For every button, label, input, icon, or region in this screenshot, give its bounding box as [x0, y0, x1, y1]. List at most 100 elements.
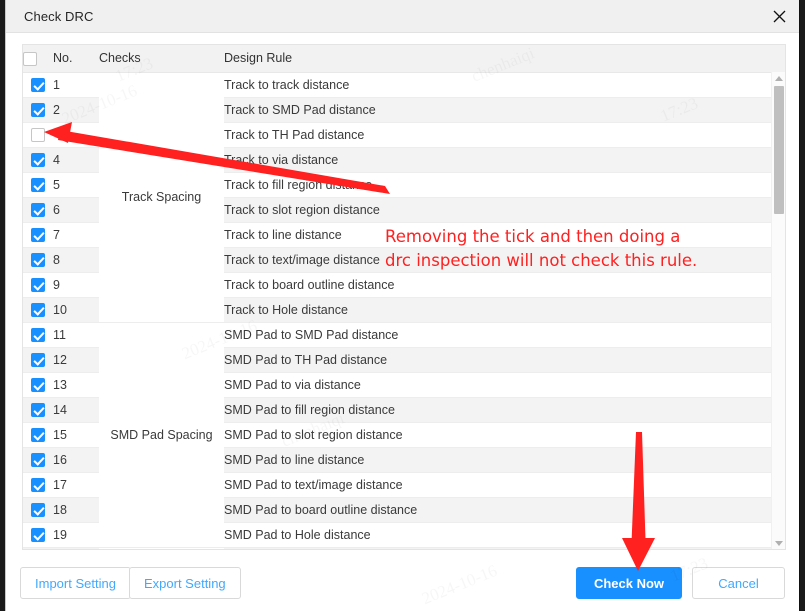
table-scrollbar[interactable]: [771, 72, 785, 549]
row-checkbox-cell[interactable]: [23, 522, 53, 548]
checks-group-label: Track Spacing: [99, 72, 224, 323]
row-checkbox-cell[interactable]: [23, 147, 53, 173]
row-checkbox-checked[interactable]: [31, 252, 45, 267]
row-checkbox-checked[interactable]: [31, 152, 45, 167]
row-checkbox-checked[interactable]: [31, 402, 45, 417]
row-checkbox-cell[interactable]: [23, 197, 53, 223]
row-number: 9: [53, 272, 99, 298]
design-rule-label: SMD Pad to SMD Pad distance: [224, 322, 785, 348]
row-checkbox-cell[interactable]: [23, 422, 53, 448]
row-checkbox-cell[interactable]: [23, 222, 53, 248]
row-checkbox-checked[interactable]: [31, 277, 45, 292]
table-cell-partial: [23, 547, 53, 549]
table-row-partial[interactable]: [23, 547, 785, 549]
design-rule-label: Track to SMD Pad distance: [224, 97, 785, 123]
table-header-row: No. Checks Design Rule: [23, 45, 785, 73]
design-rule-label: SMD Pad to text/image distance: [224, 472, 785, 498]
column-header-select-all: [23, 45, 53, 73]
row-number: 5: [53, 172, 99, 198]
row-checkbox-checked[interactable]: [31, 427, 45, 442]
check-drc-dialog: Check DRC No. Checks Design Rule 1 Track …: [5, 0, 800, 611]
checks-group-label: SMD Pad Spacing: [99, 322, 224, 548]
design-rule-label: Track to board outline distance: [224, 272, 785, 298]
row-checkbox-checked[interactable]: [31, 377, 45, 392]
row-checkbox-cell[interactable]: [23, 347, 53, 373]
design-rule-label: SMD Pad to fill region distance: [224, 397, 785, 423]
row-checkbox-unchecked[interactable]: [31, 127, 45, 142]
row-number: 10: [53, 297, 99, 323]
table-cell-partial: [53, 547, 99, 549]
row-number: 16: [53, 447, 99, 473]
triangle-down-icon[interactable]: [772, 537, 785, 549]
design-rule-label: Track to TH Pad distance: [224, 122, 785, 148]
table-cell-partial: [224, 547, 785, 549]
row-checkbox-checked[interactable]: [31, 352, 45, 367]
row-checkbox-cell[interactable]: [23, 172, 53, 198]
table-row[interactable]: 11 SMD Pad Spacing SMD Pad to SMD Pad dist…: [23, 322, 785, 548]
row-checkbox-cell[interactable]: [23, 322, 53, 348]
row-checkbox-checked[interactable]: [31, 302, 45, 317]
design-rule-label: SMD Pad to board outline distance: [224, 497, 785, 523]
row-checkbox-checked[interactable]: [31, 502, 45, 517]
row-checkbox-checked[interactable]: [31, 477, 45, 492]
row-checkbox-checked[interactable]: [31, 452, 45, 467]
row-number: 4: [53, 147, 99, 173]
row-number: 17: [53, 472, 99, 498]
row-checkbox-cell[interactable]: [23, 497, 53, 523]
close-icon[interactable]: [765, 4, 793, 29]
row-checkbox-cell[interactable]: [23, 297, 53, 323]
design-rule-label: SMD Pad to slot region distance: [224, 422, 785, 448]
design-rule-label: Track to Hole distance: [224, 297, 785, 323]
row-checkbox-checked[interactable]: [31, 227, 45, 242]
design-rule-label: Track to via distance: [224, 147, 785, 173]
design-rule-label: Track to slot region distance: [224, 197, 785, 223]
dialog-title: Check DRC: [24, 9, 94, 24]
table-row[interactable]: 1 Track Spacing Track to track distance: [23, 72, 785, 323]
drc-rules-table-panel[interactable]: No. Checks Design Rule 1 Track Spacing Tra…: [22, 44, 786, 550]
triangle-up-icon[interactable]: [772, 72, 785, 84]
row-checkbox-checked[interactable]: [31, 77, 45, 92]
row-number: 19: [53, 522, 99, 548]
design-rule-label: Track to fill region distance: [224, 172, 785, 198]
row-checkbox-cell[interactable]: [23, 397, 53, 423]
design-rule-label: Track to track distance: [224, 72, 785, 98]
row-number: 15: [53, 422, 99, 448]
row-number: 11: [53, 322, 99, 348]
scrollbar-thumb[interactable]: [774, 86, 784, 214]
design-rule-label: SMD Pad to TH Pad distance: [224, 347, 785, 373]
row-checkbox-cell[interactable]: [23, 122, 53, 148]
drc-rules-table: No. Checks Design Rule 1 Track Spacing Tra…: [23, 45, 785, 549]
row-checkbox-cell[interactable]: [23, 272, 53, 298]
cancel-button[interactable]: Cancel: [692, 567, 785, 599]
row-checkbox-cell[interactable]: [23, 247, 53, 273]
check-now-button[interactable]: Check Now: [576, 567, 682, 599]
row-checkbox-cell[interactable]: [23, 472, 53, 498]
select-all-checkbox[interactable]: [23, 51, 37, 66]
row-checkbox-cell[interactable]: [23, 97, 53, 123]
design-rule-label: SMD Pad to Hole distance: [224, 522, 785, 548]
row-checkbox-checked[interactable]: [31, 527, 45, 542]
row-checkbox-cell[interactable]: [23, 447, 53, 473]
row-checkbox-checked[interactable]: [31, 202, 45, 217]
row-checkbox-cell[interactable]: [23, 372, 53, 398]
design-rule-label: Track to text/image distance: [224, 247, 785, 273]
column-header-no: No.: [53, 45, 99, 73]
dialog-title-bar: Check DRC: [6, 0, 799, 33]
row-number: 7: [53, 222, 99, 248]
table-body: 1 Track Spacing Track to track distance 2 Tr…: [23, 72, 785, 549]
row-number: 2: [53, 97, 99, 123]
column-header-design-rule: Design Rule: [224, 45, 785, 73]
row-checkbox-checked[interactable]: [31, 177, 45, 192]
row-checkbox-checked[interactable]: [31, 327, 45, 342]
import-setting-button[interactable]: Import Setting: [20, 567, 131, 599]
table-cell-partial: [99, 547, 224, 549]
row-number: 13: [53, 372, 99, 398]
row-checkbox-cell[interactable]: [23, 72, 53, 98]
row-number: 8: [53, 247, 99, 273]
design-rule-label: Track to line distance: [224, 222, 785, 248]
row-checkbox-checked[interactable]: [31, 102, 45, 117]
dialog-footer: Import Setting Export Setting Check Now …: [6, 555, 799, 611]
export-setting-button[interactable]: Export Setting: [129, 567, 241, 599]
design-rule-label: SMD Pad to via distance: [224, 372, 785, 398]
row-number: 1: [53, 72, 99, 98]
